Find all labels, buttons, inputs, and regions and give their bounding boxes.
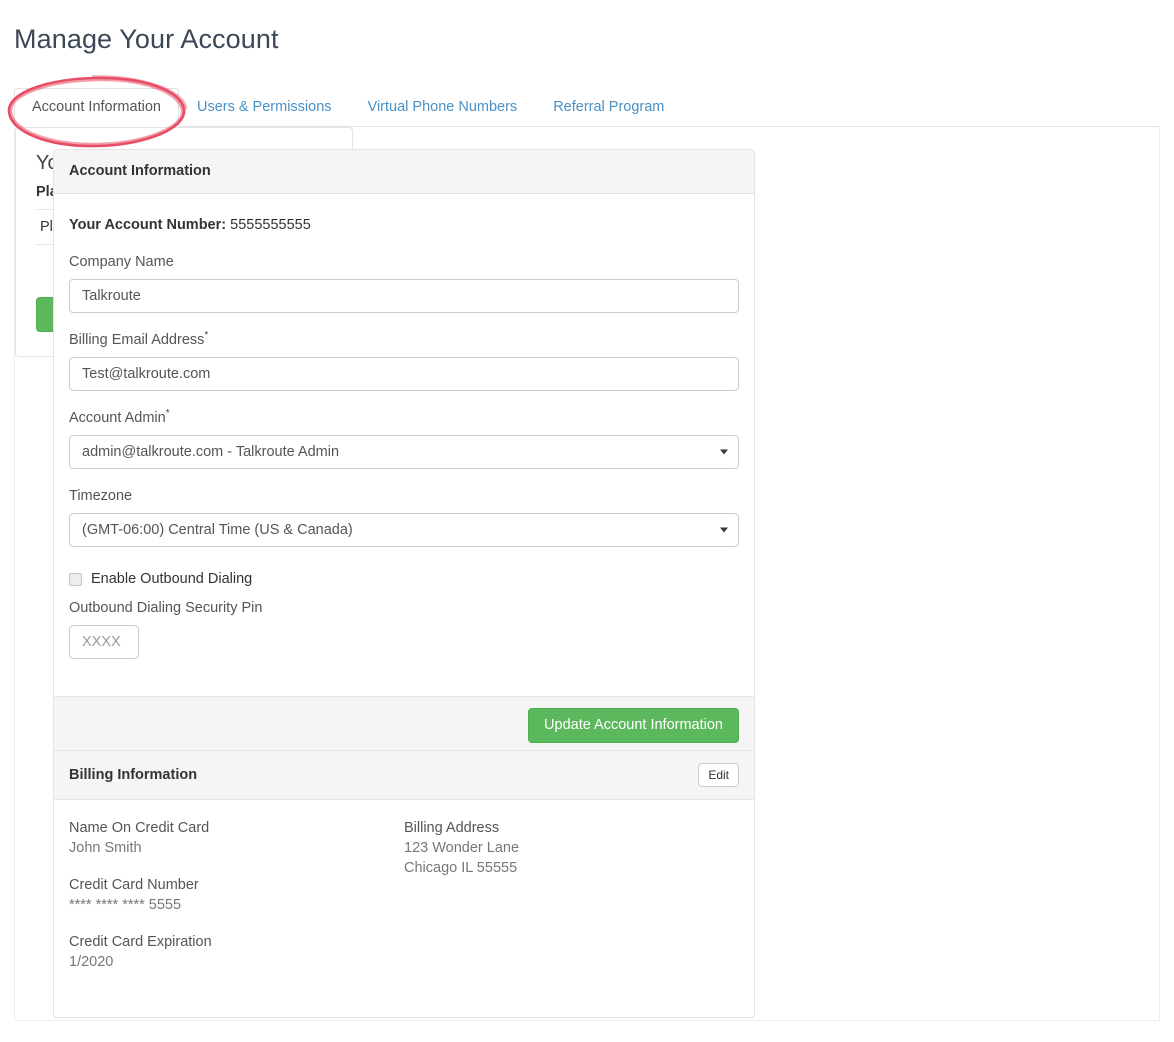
tab-users-permissions[interactable]: Users & Permissions (179, 88, 350, 127)
billing-right-column: Billing Address 123 Wonder Lane Chicago … (404, 818, 739, 989)
timezone-label: Timezone (69, 488, 739, 505)
account-admin-label-text: Account Admin (69, 410, 166, 426)
billing-panel-body: Name On Credit Card John Smith Credit Ca… (54, 800, 754, 1017)
page-title: Manage Your Account (14, 22, 279, 56)
billing-email-label: Billing Email Address* (69, 332, 739, 349)
tab-account-information[interactable]: Account Information (14, 88, 179, 127)
billing-card-number-field: Credit Card Number **** **** **** 5555 (69, 875, 404, 915)
tab-label: Referral Program (553, 100, 664, 115)
tab-content-panel: Account Information Your Account Number:… (14, 127, 1160, 1021)
billing-name-label: Name On Credit Card (69, 818, 404, 838)
account-panel-title: Account Information (69, 164, 211, 179)
security-pin-input[interactable] (69, 625, 139, 659)
account-panel-header: Account Information (54, 150, 754, 194)
billing-email-group: Billing Email Address* (69, 332, 739, 391)
account-admin-group: Account Admin* (69, 410, 739, 469)
billing-panel-header: Billing Information Edit (54, 751, 754, 800)
account-information-panel: Account Information Your Account Number:… (53, 149, 755, 755)
billing-email-label-text: Billing Email Address (69, 332, 204, 348)
tab-referral-program[interactable]: Referral Program (535, 88, 682, 127)
account-number-row: Your Account Number: 5555555555 (69, 216, 739, 234)
edit-billing-button[interactable]: Edit (698, 763, 739, 787)
billing-panel-title: Billing Information (69, 768, 197, 783)
tab-label: Virtual Phone Numbers (368, 100, 518, 115)
update-account-information-button[interactable]: Update Account Information (528, 708, 739, 743)
security-pin-group: Outbound Dialing Security Pin (69, 600, 739, 659)
account-panel-footer: Update Account Information (54, 696, 754, 754)
enable-outbound-dialing-row[interactable]: Enable Outbound Dialing (69, 571, 739, 588)
required-asterisk: * (204, 330, 208, 341)
account-admin-label: Account Admin* (69, 410, 739, 427)
billing-address-line1: 123 Wonder Lane (404, 838, 739, 858)
enable-outbound-dialing-checkbox[interactable] (69, 573, 82, 586)
billing-name-field: Name On Credit Card John Smith (69, 818, 404, 858)
timezone-select[interactable] (69, 513, 739, 547)
account-number-label: Your Account Number: (69, 217, 226, 233)
timezone-group: Timezone (69, 488, 739, 547)
security-pin-label: Outbound Dialing Security Pin (69, 600, 739, 617)
company-name-input[interactable] (69, 279, 739, 313)
company-name-label: Company Name (69, 254, 739, 271)
billing-card-number-value: **** **** **** 5555 (69, 895, 404, 915)
billing-card-number-label: Credit Card Number (69, 875, 404, 895)
tab-virtual-phone-numbers[interactable]: Virtual Phone Numbers (350, 88, 536, 127)
tab-label: Account Information (32, 100, 161, 115)
billing-address-field: Billing Address 123 Wonder Lane Chicago … (404, 818, 739, 878)
account-admin-select-wrap[interactable] (69, 435, 739, 469)
tab-bar: Account Information Users & Permissions … (14, 88, 1160, 127)
billing-left-column: Name On Credit Card John Smith Credit Ca… (69, 818, 404, 989)
account-admin-select[interactable] (69, 435, 739, 469)
billing-name-value: John Smith (69, 838, 404, 858)
page-root: Manage Your Account Account Information … (0, 0, 1174, 1042)
tab-label: Users & Permissions (197, 100, 332, 115)
required-asterisk: * (166, 408, 170, 419)
billing-information-panel: Billing Information Edit Name On Credit … (53, 750, 755, 1018)
billing-card-expiration-label: Credit Card Expiration (69, 932, 404, 952)
billing-card-expiration-field: Credit Card Expiration 1/2020 (69, 932, 404, 972)
billing-address-label: Billing Address (404, 818, 739, 838)
account-panel-body: Your Account Number: 5555555555 Company … (54, 194, 754, 696)
billing-email-input[interactable] (69, 357, 739, 391)
enable-outbound-dialing-label: Enable Outbound Dialing (91, 571, 252, 588)
billing-address-line2: Chicago IL 55555 (404, 858, 739, 878)
account-number-value: 5555555555 (230, 217, 311, 233)
billing-card-expiration-value: 1/2020 (69, 952, 404, 972)
company-name-group: Company Name (69, 254, 739, 313)
timezone-select-wrap[interactable] (69, 513, 739, 547)
